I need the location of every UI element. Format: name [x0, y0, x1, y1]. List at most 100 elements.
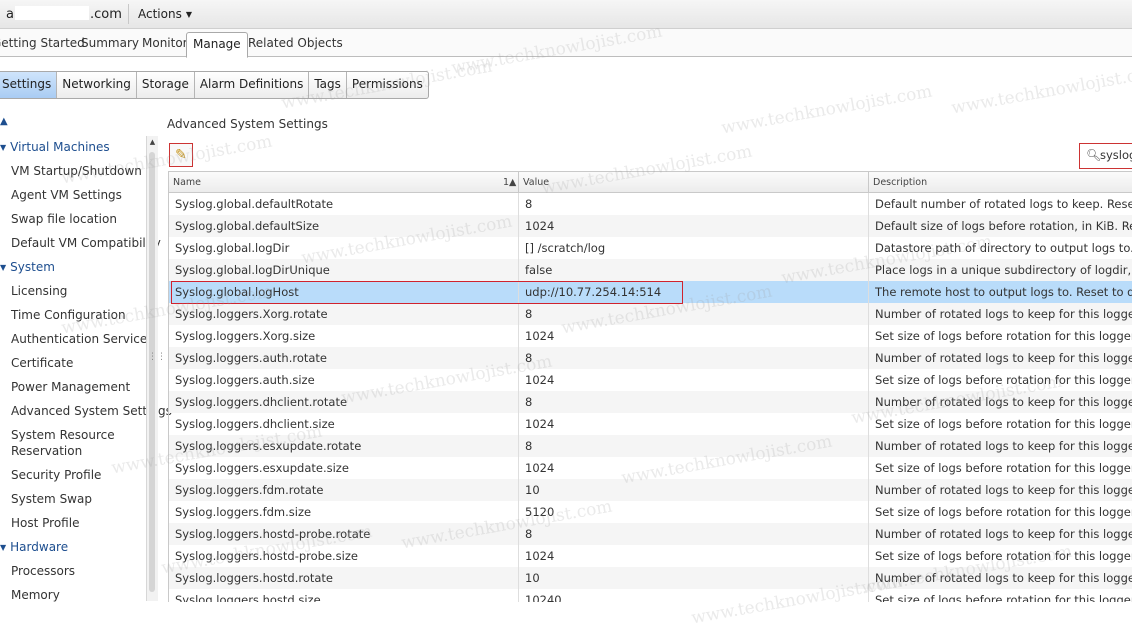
setting-value-cell: 8 — [525, 307, 533, 321]
column-header-description[interactable]: Description — [873, 177, 927, 188]
table-row[interactable]: Syslog.loggers.hostd.rotate 10 Number of r… — [169, 567, 1132, 589]
sidebar-item-licensing[interactable]: Licensing — [11, 284, 67, 298]
sidebar-item-memory[interactable]: Memory — [11, 588, 60, 602]
setting-value-cell: 1024 — [525, 417, 555, 431]
table-row[interactable]: Syslog.loggers.esxupdate.size 1024 Set siz… — [169, 457, 1132, 479]
column-header-value[interactable]: Value — [523, 177, 549, 188]
cell-divider — [518, 391, 519, 413]
sidebar-scrollbar[interactable]: ▲ — [146, 136, 158, 601]
sidebar-item-host-profile[interactable]: Host Profile — [11, 516, 79, 530]
sidebar-item-swap-file-location[interactable]: Swap file location — [11, 212, 117, 226]
table-row[interactable]: Syslog.global.defaultSize 1024 Default siz… — [169, 215, 1132, 237]
cell-divider — [868, 237, 869, 259]
column-header-name[interactable]: Name — [173, 177, 201, 188]
cell-divider — [518, 369, 519, 391]
table-row[interactable]: Syslog.loggers.hostd.size 10240 Set size o… — [169, 589, 1132, 602]
actions-menu-button[interactable]: Actions ▼ — [138, 7, 192, 21]
table-row[interactable]: Syslog.loggers.hostd-probe.size 1024 Set s… — [169, 545, 1132, 567]
table-row[interactable]: Syslog.global.logHost udp://10.77.254.14:… — [169, 281, 1132, 303]
setting-value-cell: false — [525, 263, 553, 277]
table-row[interactable]: Syslog.loggers.fdm.size 5120 Set size of l… — [169, 501, 1132, 523]
sort-indicator[interactable]: 1▲ — [503, 177, 516, 188]
setting-value-cell: 8 — [525, 439, 533, 453]
setting-name-cell: Syslog.loggers.hostd-probe.rotate — [175, 527, 371, 541]
column-divider[interactable] — [518, 172, 519, 192]
column-divider[interactable] — [868, 172, 869, 192]
table-row[interactable]: Syslog.loggers.dhclient.size 1024 Set size… — [169, 413, 1132, 435]
table-row[interactable]: Syslog.loggers.esxupdate.rotate 8 Number o… — [169, 435, 1132, 457]
setting-name-cell: Syslog.global.logDir — [175, 241, 290, 255]
cell-divider — [518, 303, 519, 325]
search-input[interactable] — [1100, 147, 1132, 163]
scrollbar-thumb[interactable] — [149, 152, 155, 592]
setting-description-cell: Set size of logs before rotation for thi… — [875, 549, 1132, 563]
sidebar-item-security-profile[interactable]: Security Profile — [11, 468, 101, 482]
tab-manage[interactable]: Manage — [186, 32, 248, 58]
cell-divider — [868, 391, 869, 413]
triangle-down-icon: ▼ — [0, 263, 7, 272]
tab-monitor[interactable]: Monitor — [142, 36, 188, 50]
setting-name-cell: Syslog.loggers.esxupdate.size — [175, 461, 349, 475]
search-field[interactable]: 🔍︎ — [1079, 143, 1132, 169]
subtab-alarm-definitions[interactable]: Alarm Definitions — [195, 72, 310, 98]
table-row[interactable]: Syslog.loggers.auth.size 1024 Set size of … — [169, 369, 1132, 391]
table-row[interactable]: Syslog.loggers.fdm.rotate 10 Number of rot… — [169, 479, 1132, 501]
edit-button[interactable]: ✎ — [169, 143, 193, 167]
sidebar-section-hardware[interactable]: ▼ Hardware — [0, 540, 68, 554]
subtab-storage[interactable]: Storage — [137, 72, 195, 98]
sidebar-item-power-management[interactable]: Power Management — [11, 380, 130, 394]
cell-divider — [518, 545, 519, 567]
table-row[interactable]: Syslog.global.defaultRotate 8 Default numb… — [169, 193, 1132, 215]
collapse-arrow-icon[interactable]: ▲ — [0, 116, 8, 127]
pane-splitter-handle[interactable]: ⋮⋮ — [148, 352, 166, 362]
subtab-networking[interactable]: Networking — [57, 72, 137, 98]
sidebar-item-certificate[interactable]: Certificate — [11, 356, 73, 370]
cell-divider — [868, 413, 869, 435]
cell-divider — [868, 259, 869, 281]
setting-description-cell: The remote host to output logs to. Reset… — [875, 285, 1132, 299]
cell-divider — [868, 479, 869, 501]
sidebar-section-system[interactable]: ▼ System — [0, 260, 55, 274]
setting-description-cell: Set size of logs before rotation for thi… — [875, 505, 1132, 519]
main-tabs: Getting Started Summary Monitor Manage R… — [0, 29, 1132, 58]
table-row[interactable]: Syslog.global.logDir [] /scratch/log Datas… — [169, 237, 1132, 259]
setting-name-cell: Syslog.global.defaultRotate — [175, 197, 334, 211]
table-row[interactable]: Syslog.loggers.Xorg.rotate 8 Number of rot… — [169, 303, 1132, 325]
sidebar-item-time-configuration[interactable]: Time Configuration — [11, 308, 126, 322]
setting-name-cell: Syslog.loggers.dhclient.rotate — [175, 395, 348, 409]
setting-description-cell: Number of rotated logs to keep for this … — [875, 571, 1132, 585]
subtab-settings[interactable]: Settings — [0, 72, 58, 98]
scroll-up-icon[interactable]: ▲ — [148, 138, 157, 147]
table-row[interactable]: Syslog.global.logDirUnique false Place log… — [169, 259, 1132, 281]
chevron-down-icon: ▼ — [185, 10, 192, 19]
sidebar-section-virtual-machines[interactable]: ▼ Virtual Machines — [0, 140, 110, 154]
table-row[interactable]: Syslog.loggers.auth.rotate 8 Number of rot… — [169, 347, 1132, 369]
cell-divider — [518, 259, 519, 281]
sidebar-item-agent-vm-settings[interactable]: Agent VM Settings — [11, 188, 122, 202]
sidebar-item-processors[interactable]: Processors — [11, 564, 75, 578]
tab-summary[interactable]: Summary — [81, 36, 139, 50]
setting-value-cell: 8 — [525, 351, 533, 365]
sidebar-item-vm-startup-shutdown[interactable]: VM Startup/Shutdown — [11, 164, 142, 178]
tab-getting-started[interactable]: Getting Started — [0, 36, 85, 50]
cell-divider — [868, 215, 869, 237]
setting-name-cell: Syslog.loggers.fdm.rotate — [175, 483, 324, 497]
cell-divider — [518, 193, 519, 215]
sidebar-item-authentication-services[interactable]: Authentication Services — [11, 332, 154, 346]
sidebar-item-system-swap[interactable]: System Swap — [11, 492, 92, 506]
tab-related-objects[interactable]: Related Objects — [248, 36, 343, 50]
setting-name-cell: Syslog.global.defaultSize — [175, 219, 320, 233]
triangle-down-icon: ▼ — [0, 143, 7, 152]
table-row[interactable]: Syslog.loggers.dhclient.rotate 8 Number of… — [169, 391, 1132, 413]
sidebar-item-system-resource-reservation[interactable]: System Resource Reservation — [11, 427, 141, 459]
table-row[interactable]: Syslog.loggers.hostd-probe.rotate 8 Number… — [169, 523, 1132, 545]
subtab-tags[interactable]: Tags — [309, 72, 347, 98]
watermark-text: www.techknowlojist.com — [949, 61, 1132, 119]
subtab-permissions[interactable]: Permissions — [347, 72, 428, 98]
setting-description-cell: Set size of logs before rotation for thi… — [875, 373, 1132, 387]
cell-divider — [868, 325, 869, 347]
table-row[interactable]: Syslog.loggers.Xorg.size 1024 Set size of … — [169, 325, 1132, 347]
cell-divider — [868, 567, 869, 589]
sidebar-item-default-vm-compatibility[interactable]: Default VM Compatibility — [11, 236, 161, 250]
cell-divider — [518, 215, 519, 237]
